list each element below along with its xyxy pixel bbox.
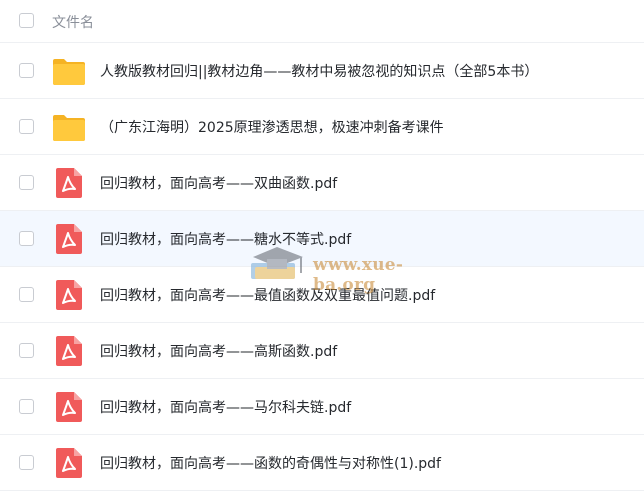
row-checkbox[interactable] [19,343,34,358]
select-all-checkbox[interactable] [19,13,34,28]
file-row[interactable]: （广东江海明）2025原理渗透思想，极速冲刺备考课件 [0,99,644,155]
graduation-cap-icon [251,247,303,279]
file-row[interactable]: 回归教材，面向高考——双曲函数.pdf [0,155,644,211]
row-checkbox[interactable] [19,119,34,134]
file-list-header: 文件名 [0,0,644,43]
watermark-text: www.xue-ba.org [313,255,404,295]
file-row[interactable]: 回归教材，面向高考——马尔科夫链.pdf [0,379,644,435]
file-row[interactable]: 回归教材，面向高考——函数的奇偶性与对称性(1).pdf [0,435,644,491]
file-name[interactable]: 回归教材，面向高考——双曲函数.pdf [100,173,337,193]
row-checkbox[interactable] [19,399,34,414]
pdf-icon [56,168,82,198]
column-header-filename[interactable]: 文件名 [52,12,94,32]
watermark: www.xue-ba.org [245,243,465,295]
row-checkbox[interactable] [19,231,34,246]
file-row[interactable]: 人教版教材回归||教材边角——教材中易被忽视的知识点（全部5本书） [0,43,644,99]
file-name[interactable]: 回归教材，面向高考——高斯函数.pdf [100,341,337,361]
file-row[interactable]: 回归教材，面向高考——高斯函数.pdf [0,323,644,379]
pdf-icon [56,448,82,478]
file-name[interactable]: 人教版教材回归||教材边角——教材中易被忽视的知识点（全部5本书） [100,61,538,81]
row-checkbox[interactable] [19,63,34,78]
folder-icon [53,115,85,141]
file-name[interactable]: 回归教材，面向高考——马尔科夫链.pdf [100,397,351,417]
pdf-icon [56,336,82,366]
pdf-icon [56,224,82,254]
file-name[interactable]: （广东江海明）2025原理渗透思想，极速冲刺备考课件 [100,117,444,137]
pdf-icon [56,280,82,310]
file-name[interactable]: 回归教材，面向高考——函数的奇偶性与对称性(1).pdf [100,453,441,473]
pdf-icon [56,392,82,422]
folder-icon [53,59,85,85]
row-checkbox[interactable] [19,175,34,190]
row-checkbox[interactable] [19,455,34,470]
row-checkbox[interactable] [19,287,34,302]
